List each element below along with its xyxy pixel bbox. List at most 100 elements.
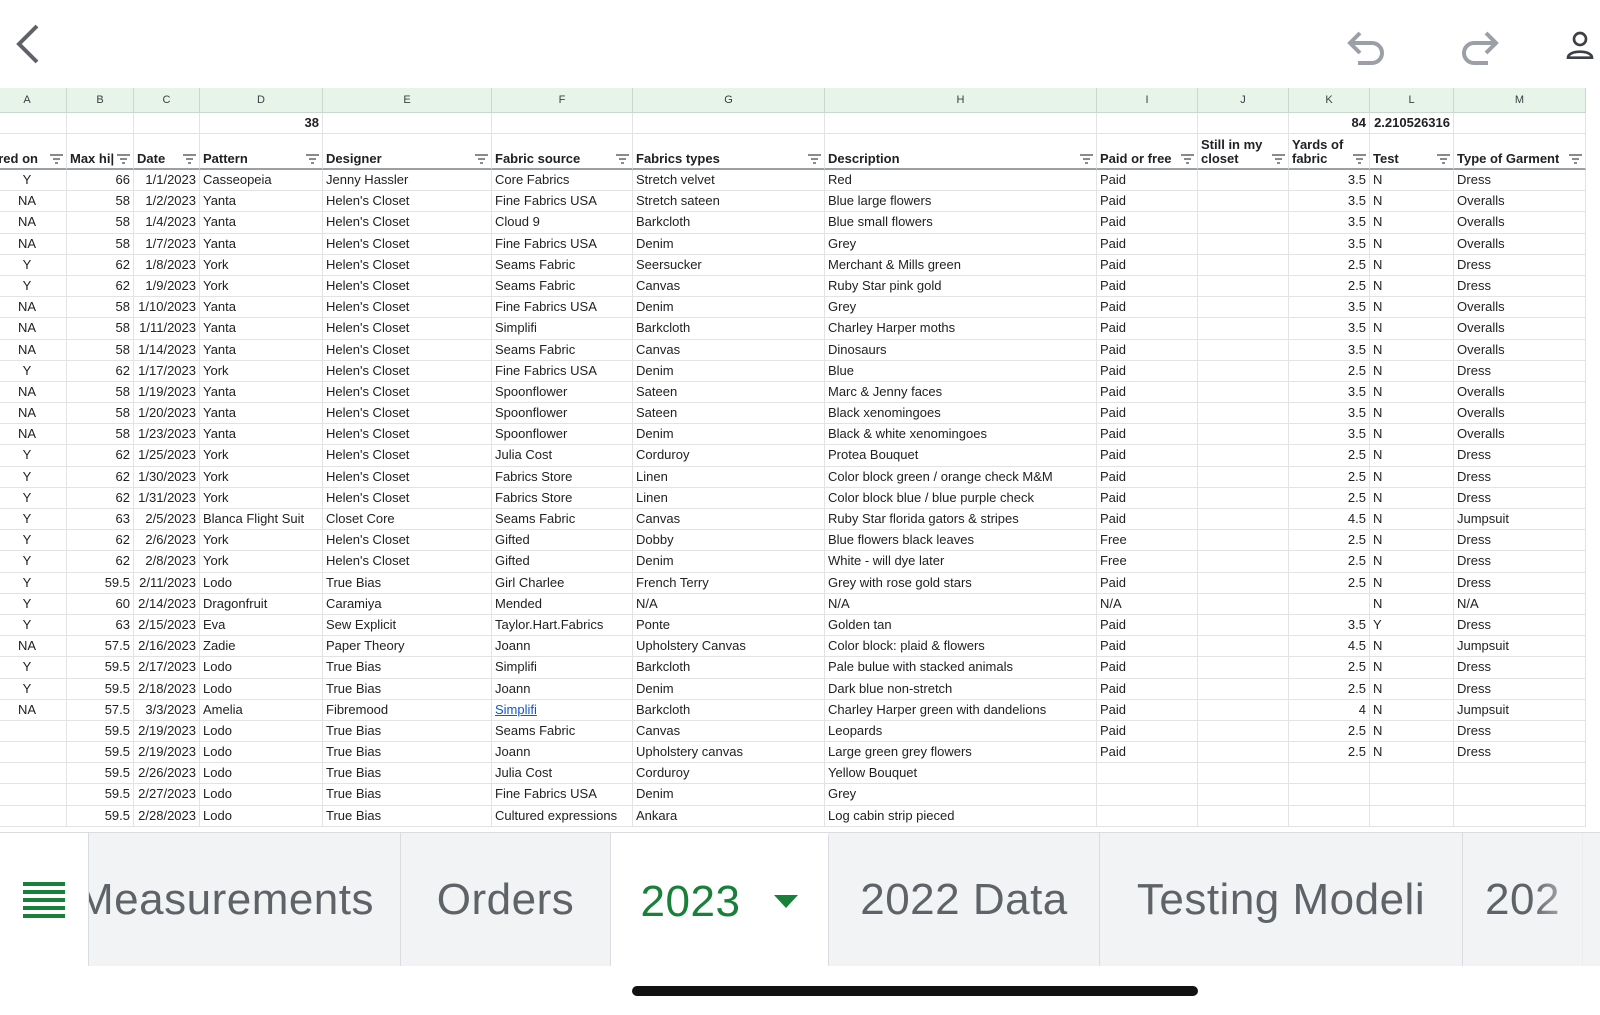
table-cell[interactable]: Fine Fabrics USA — [492, 297, 633, 319]
table-cell[interactable]: 58 — [67, 424, 134, 446]
table-cell[interactable]: Paper Theory — [323, 636, 492, 658]
table-cell[interactable]: 1/4/2023 — [134, 212, 200, 234]
table-cell[interactable] — [1198, 509, 1289, 531]
table-cell[interactable]: Fabrics Store — [492, 487, 633, 509]
table-cell[interactable]: 2/6/2023 — [134, 530, 200, 552]
table-cell[interactable]: Corduroy — [633, 763, 825, 785]
table-cell[interactable]: Blanca Flight Suit — [200, 509, 323, 531]
table-cell[interactable]: N — [1370, 551, 1454, 573]
table-cell[interactable]: Paid — [1097, 297, 1198, 319]
table-cell[interactable]: Overalls — [1454, 318, 1586, 340]
table-cell[interactable]: 2.5 — [1289, 551, 1370, 573]
table-cell[interactable]: 4.5 — [1289, 636, 1370, 658]
table-cell[interactable]: Joann — [492, 636, 633, 658]
table-cell[interactable]: Dress — [1454, 170, 1586, 192]
total-cell-d[interactable]: 38 — [200, 113, 323, 134]
empty-cell[interactable] — [67, 113, 134, 134]
table-cell[interactable]: Upholstery canvas — [633, 742, 825, 764]
table-cell[interactable]: 63 — [67, 614, 134, 637]
table-cell[interactable]: Leopards — [825, 720, 1097, 743]
table-cell[interactable] — [1198, 572, 1289, 594]
table-cell[interactable]: 66 — [67, 170, 134, 192]
table-cell[interactable]: Fabrics Store — [492, 466, 633, 488]
table-cell[interactable] — [1198, 424, 1289, 446]
table-cell[interactable]: 1/2/2023 — [134, 191, 200, 213]
table-cell[interactable] — [1097, 784, 1198, 806]
table-cell[interactable]: Fibremood — [323, 699, 492, 721]
table-cell[interactable]: Blue small flowers — [825, 212, 1097, 234]
table-cell[interactable]: Ankara — [633, 805, 825, 827]
table-cell[interactable]: Gifted — [492, 530, 633, 552]
header-cell[interactable]: Yards of fabric — [1289, 134, 1370, 170]
table-cell[interactable]: 60 — [67, 593, 134, 615]
table-cell[interactable]: Barkcloth — [633, 699, 825, 721]
table-cell[interactable]: Protea Bouquet — [825, 445, 1097, 467]
table-cell[interactable] — [1454, 763, 1586, 785]
table-cell[interactable]: N — [1370, 466, 1454, 488]
table-cell[interactable]: Stretch velvet — [633, 170, 825, 192]
filter-icon[interactable] — [808, 154, 821, 164]
table-cell[interactable]: Paid — [1097, 636, 1198, 658]
table-cell[interactable]: Y — [0, 487, 67, 509]
table-cell[interactable]: Grey — [825, 297, 1097, 319]
table-cell[interactable]: Ponte — [633, 614, 825, 637]
table-cell[interactable]: Dress — [1454, 530, 1586, 552]
table-cell[interactable] — [1198, 614, 1289, 637]
table-cell[interactable]: 2.5 — [1289, 678, 1370, 700]
table-cell[interactable] — [1097, 763, 1198, 785]
table-cell[interactable]: Helen's Closet — [323, 275, 492, 298]
table-cell[interactable] — [1289, 784, 1370, 806]
table-cell[interactable] — [1454, 784, 1586, 806]
table-cell[interactable] — [1454, 805, 1586, 827]
filter-icon[interactable] — [1181, 154, 1194, 164]
table-cell[interactable]: Yanta — [200, 339, 323, 361]
table-cell[interactable]: Simplifi — [492, 657, 633, 679]
table-cell[interactable]: N — [1370, 572, 1454, 594]
table-cell[interactable]: 4 — [1289, 699, 1370, 721]
table-cell[interactable] — [1289, 593, 1370, 615]
table-cell[interactable]: Helen's Closet — [323, 530, 492, 552]
table-cell[interactable]: 59.5 — [67, 657, 134, 679]
table-cell[interactable]: NA — [0, 212, 67, 234]
total-cell-k[interactable]: 84 — [1289, 113, 1370, 134]
table-cell[interactable]: Paid — [1097, 403, 1198, 425]
table-cell[interactable]: N — [1370, 403, 1454, 425]
table-cell[interactable]: Dress — [1454, 275, 1586, 298]
table-cell[interactable]: N — [1370, 699, 1454, 721]
table-cell[interactable]: 2/14/2023 — [134, 593, 200, 615]
table-cell[interactable]: N/A — [1097, 593, 1198, 615]
table-cell[interactable]: Closet Core — [323, 509, 492, 531]
table-cell[interactable]: Paid — [1097, 487, 1198, 509]
table-cell[interactable]: Seams Fabric — [492, 720, 633, 743]
table-cell[interactable]: True Bias — [323, 657, 492, 679]
table-cell[interactable]: 2/17/2023 — [134, 657, 200, 679]
table-cell[interactable] — [0, 805, 67, 827]
table-cell[interactable]: 62 — [67, 360, 134, 382]
table-cell[interactable]: Paid — [1097, 720, 1198, 743]
table-cell[interactable]: 62 — [67, 530, 134, 552]
table-cell[interactable]: Overalls — [1454, 424, 1586, 446]
table-cell[interactable] — [1370, 805, 1454, 827]
table-cell[interactable]: 2.5 — [1289, 254, 1370, 276]
table-cell[interactable]: N — [1370, 360, 1454, 382]
table-cell[interactable]: Paid — [1097, 614, 1198, 637]
table-cell[interactable]: N — [1370, 191, 1454, 213]
table-cell[interactable]: 1/10/2023 — [134, 297, 200, 319]
table-cell[interactable] — [1198, 805, 1289, 827]
table-cell[interactable]: NA — [0, 699, 67, 721]
table-cell[interactable]: 2/27/2023 — [134, 784, 200, 806]
table-cell[interactable]: True Bias — [323, 678, 492, 700]
table-cell[interactable]: Eva — [200, 614, 323, 637]
table-cell[interactable]: True Bias — [323, 720, 492, 743]
empty-cell[interactable] — [1454, 113, 1586, 134]
table-cell[interactable]: Large green grey flowers — [825, 742, 1097, 764]
table-cell[interactable]: Helen's Closet — [323, 445, 492, 467]
table-cell[interactable] — [1198, 636, 1289, 658]
header-cell[interactable]: Test — [1370, 134, 1454, 170]
table-cell[interactable]: 2/19/2023 — [134, 720, 200, 743]
table-cell[interactable]: Mended — [492, 593, 633, 615]
table-cell[interactable]: Linen — [633, 466, 825, 488]
table-cell[interactable]: Yanta — [200, 424, 323, 446]
table-cell[interactable]: Yanta — [200, 381, 323, 404]
header-cell[interactable]: Max hi| — [67, 134, 134, 170]
